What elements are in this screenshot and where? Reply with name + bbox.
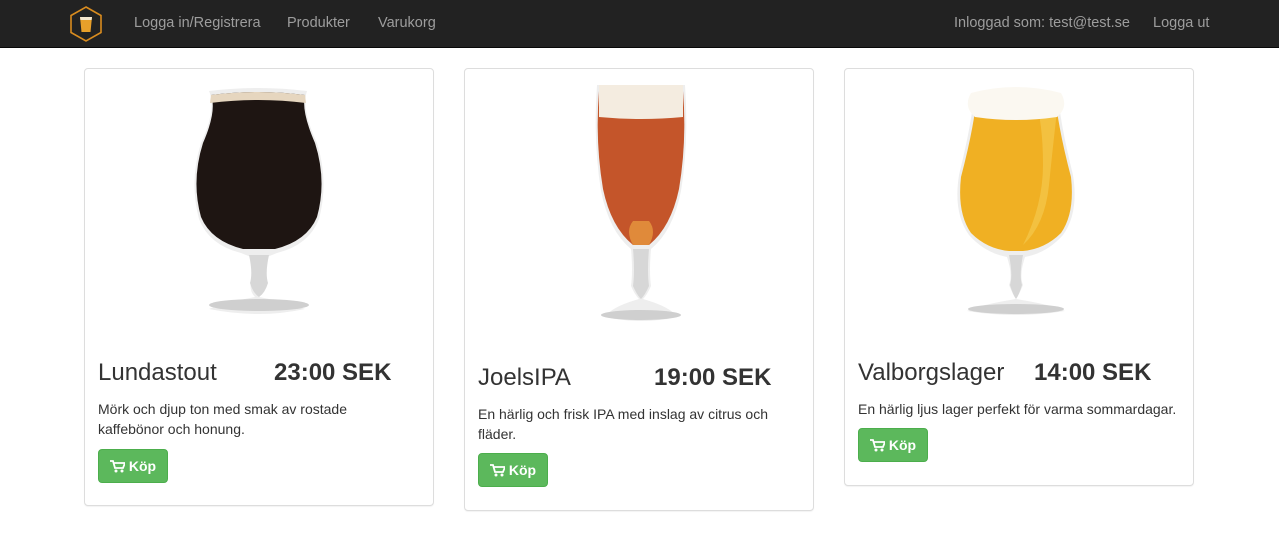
product-title: Lundastout [98,359,217,386]
cart-icon [109,459,125,472]
product-price: 23:00 SEK [274,359,392,386]
nav-cart[interactable]: Varukorg [378,0,436,48]
nav-logout[interactable]: Logga ut [1153,0,1209,48]
product-price: 19:00 SEK [654,364,772,391]
product-card-valborgslager: Valborgslager 14:00 SEK En härlig ljus l… [844,68,1194,486]
product-card-lundastout: Lundastout 23:00 SEK Mörk och djup ton m… [84,68,434,506]
beer-glass-hexagon-icon [70,6,102,42]
product-description: En härlig ljus lager perfekt för varma s… [858,401,1177,417]
cart-icon [869,438,885,451]
ipa-glass-image [595,85,687,321]
nav-logged-in-user: Inloggad som: test@test.se [954,15,1130,31]
lager-glass-image [957,87,1075,315]
product-title: Valborgslager [858,359,1005,386]
product-description: Mörk och djup ton med smak av rostade ka… [98,401,348,437]
buy-button-label: Köp [128,458,157,474]
product-title: JoelsIPA [478,364,571,391]
buy-button[interactable]: Köp [858,428,928,462]
nav-products[interactable]: Produkter [287,0,350,48]
cart-icon [489,463,505,476]
buy-button[interactable]: Köp [98,449,168,483]
buy-button-label: Köp [508,462,537,478]
nav-login-register[interactable]: Logga in/Registrera [134,0,261,48]
product-description: En härlig och frisk IPA med inslag av ci… [478,406,768,442]
product-card-joelsipa: JoelsIPA 19:00 SEK En härlig och frisk I… [464,68,814,511]
product-price: 14:00 SEK [1034,359,1152,386]
buy-button-label: Köp [888,437,917,453]
brand-logo[interactable] [68,5,104,43]
stout-glass-image [194,88,324,314]
navbar: Logga in/Registrera Produkter Varukorg I… [0,0,1279,48]
buy-button[interactable]: Köp [478,453,548,487]
